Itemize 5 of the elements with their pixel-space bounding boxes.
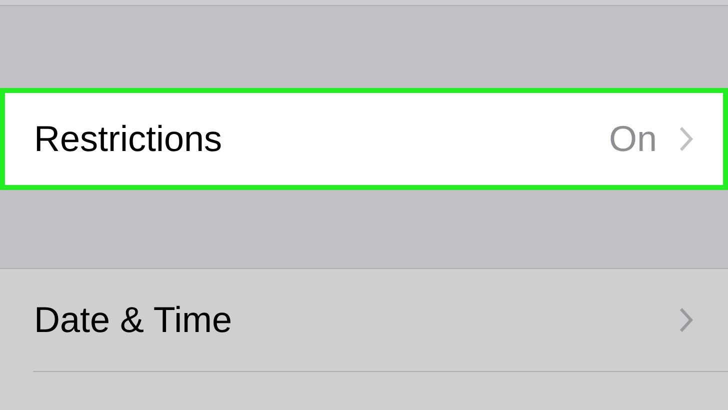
row-value: On [608,117,657,161]
settings-row[interactable]: Restrictions On [0,88,728,190]
chevron-icon [679,126,693,152]
settings-row[interactable]: Date & Time [0,269,728,371]
chevron-icon [679,307,693,333]
